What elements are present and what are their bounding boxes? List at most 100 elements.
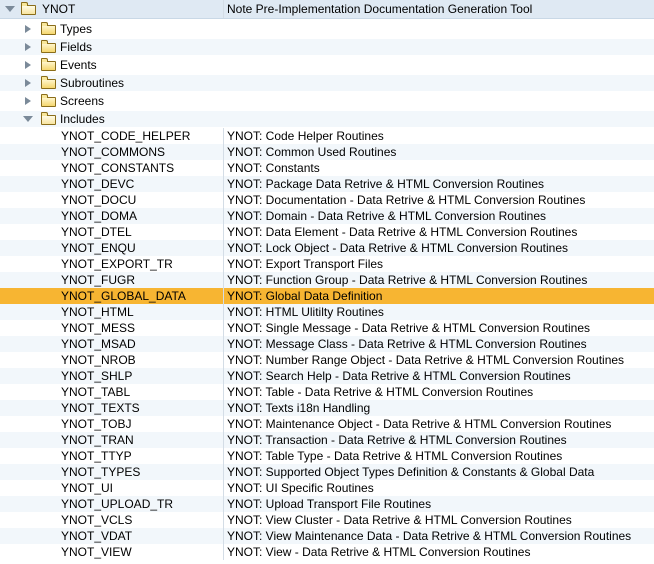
expand-down-icon[interactable]	[23, 116, 33, 122]
folder-label: Events	[60, 58, 97, 72]
include-row[interactable]: YNOT_TYPES YNOT: Supported Object Types D…	[0, 464, 654, 480]
tree-folder-subroutines[interactable]: Subroutines	[0, 75, 654, 91]
include-name: YNOT_ENQU	[61, 241, 136, 255]
include-row[interactable]: YNOT_HTML YNOT: HTML Ulitilty Routines	[0, 304, 654, 320]
include-description: YNOT: Upload Transport File Routines	[223, 496, 654, 512]
include-row[interactable]: YNOT_TTYP YNOT: Table Type - Data Retrive…	[0, 448, 654, 464]
include-row[interactable]: YNOT_DOCU YNOT: Documentation - Data Retr…	[0, 192, 654, 208]
include-row[interactable]: YNOT_DTEL YNOT: Data Element - Data Retri…	[0, 224, 654, 240]
include-row[interactable]: YNOT_UI YNOT: UI Specific Routines	[0, 480, 654, 496]
include-row[interactable]: YNOT_VCLS YNOT: View Cluster - Data Retri…	[0, 512, 654, 528]
include-row[interactable]: YNOT_ENQU YNOT: Lock Object - Data Retriv…	[0, 240, 654, 256]
include-row[interactable]: YNOT_NROB YNOT: Number Range Object - Dat…	[0, 352, 654, 368]
include-description: YNOT: Transaction - Data Retrive & HTML …	[223, 432, 654, 448]
include-description: YNOT: Single Message - Data Retrive & HT…	[223, 320, 654, 336]
include-description: YNOT: Constants	[223, 160, 654, 176]
include-description: YNOT: Table Type - Data Retrive & HTML C…	[223, 448, 654, 464]
tree-folder-fields[interactable]: Fields	[0, 39, 654, 55]
include-name: YNOT_MSAD	[61, 337, 136, 351]
root-label: YNOT	[42, 2, 76, 16]
folder-icon	[41, 40, 56, 53]
include-description: YNOT: Supported Object Types Definition …	[223, 464, 654, 480]
include-name: YNOT_NROB	[61, 353, 136, 367]
include-row-selected[interactable]: YNOT_GLOBAL_DATA YNOT: Global Data Defini…	[0, 288, 654, 304]
include-name: YNOT_CODE_HELPER	[61, 129, 191, 143]
include-description: YNOT: Message Class - Data Retrive & HTM…	[223, 336, 654, 352]
include-row[interactable]: YNOT_TRAN YNOT: Transaction - Data Retriv…	[0, 432, 654, 448]
include-row[interactable]: YNOT_TEXTS YNOT: Texts i18n Handling	[0, 400, 654, 416]
tree-folder-types[interactable]: Types	[0, 21, 654, 37]
folder-label: Fields	[60, 40, 93, 54]
include-description: YNOT: Search Help - Data Retrive & HTML …	[223, 368, 654, 384]
folder-label: Subroutines	[60, 76, 125, 90]
tree-folder-includes[interactable]: Includes	[0, 111, 654, 127]
program-tree: YNOT Note Pre-Implementation Documentati…	[0, 0, 654, 564]
include-row[interactable]: YNOT_VIEW YNOT: View - Data Retrive & HTM…	[0, 544, 654, 560]
include-description: YNOT: Number Range Object - Data Retrive…	[223, 352, 654, 368]
include-name: YNOT_TABL	[61, 385, 131, 399]
include-name: YNOT_UPLOAD_TR	[61, 497, 174, 511]
expand-right-icon[interactable]	[25, 43, 31, 51]
include-name: YNOT_TYPES	[61, 465, 141, 479]
include-description: YNOT: View Maintenance Data - Data Retri…	[223, 528, 654, 544]
include-name: YNOT_VCLS	[61, 513, 133, 527]
folder-label: Types	[60, 22, 93, 36]
expand-down-icon[interactable]	[5, 6, 15, 12]
expand-right-icon[interactable]	[25, 79, 31, 87]
include-description: YNOT: Table - Data Retrive & HTML Conver…	[223, 384, 654, 400]
include-row[interactable]: YNOT_TABL YNOT: Table - Data Retrive & HT…	[0, 384, 654, 400]
expand-right-icon[interactable]	[25, 97, 31, 105]
folder-icon	[41, 22, 56, 35]
folder-label: Screens	[60, 94, 105, 108]
include-row[interactable]: YNOT_COMMONS YNOT: Common Used Routines	[0, 144, 654, 160]
folder-icon	[41, 94, 56, 107]
include-name: YNOT_TEXTS	[61, 401, 140, 415]
include-description: YNOT: View Cluster - Data Retrive & HTML…	[223, 512, 654, 528]
include-description: YNOT: Global Data Definition	[223, 288, 654, 304]
include-name: YNOT_UI	[61, 481, 114, 495]
include-row[interactable]: YNOT_EXPORT_TR YNOT: Export Transport Fil…	[0, 256, 654, 272]
include-description: YNOT: HTML Ulitilty Routines	[223, 304, 654, 320]
include-description: YNOT: Package Data Retrive & HTML Conver…	[223, 176, 654, 192]
include-row[interactable]: YNOT_SHLP YNOT: Search Help - Data Retriv…	[0, 368, 654, 384]
include-name: YNOT_FUGR	[61, 273, 136, 287]
include-row[interactable]: YNOT_DEVC YNOT: Package Data Retrive & HT…	[0, 176, 654, 192]
include-name: YNOT_TTYP	[61, 449, 132, 463]
include-name: YNOT_HTML	[61, 305, 134, 319]
include-name: YNOT_SHLP	[61, 369, 133, 383]
include-description: YNOT: Code Helper Routines	[223, 128, 654, 144]
include-name: YNOT_DEVC	[61, 177, 135, 191]
include-description: YNOT: Common Used Routines	[223, 144, 654, 160]
include-row[interactable]: YNOT_UPLOAD_TR YNOT: Upload Transport Fil…	[0, 496, 654, 512]
root-description: Note Pre-Implementation Documentation Ge…	[223, 0, 654, 18]
include-name: YNOT_DOMA	[61, 209, 138, 223]
include-row[interactable]: YNOT_CONSTANTS YNOT: Constants	[0, 160, 654, 176]
include-description: YNOT: Export Transport Files	[223, 256, 654, 272]
include-name: YNOT_COMMONS	[61, 145, 166, 159]
folder-icon	[41, 58, 56, 71]
expand-right-icon[interactable]	[25, 25, 31, 33]
include-description: YNOT: UI Specific Routines	[223, 480, 654, 496]
include-row[interactable]: YNOT_DOMA YNOT: Domain - Data Retrive & H…	[0, 208, 654, 224]
tree-folder-screens[interactable]: Screens	[0, 93, 654, 109]
include-row[interactable]: YNOT_TOBJ YNOT: Maintenance Object - Data…	[0, 416, 654, 432]
include-row[interactable]: YNOT_FUGR YNOT: Function Group - Data Ret…	[0, 272, 654, 288]
tree-root-row[interactable]: YNOT Note Pre-Implementation Documentati…	[0, 0, 654, 19]
tree-folder-events[interactable]: Events	[0, 57, 654, 73]
folder-open-icon	[41, 112, 56, 125]
include-name: YNOT_VIEW	[61, 545, 132, 559]
include-name: YNOT_CONSTANTS	[61, 161, 175, 175]
include-description: YNOT: Lock Object - Data Retrive & HTML …	[223, 240, 654, 256]
include-name: YNOT_DTEL	[61, 225, 132, 239]
include-name: YNOT_DOCU	[61, 193, 137, 207]
include-description: YNOT: Maintenance Object - Data Retrive …	[223, 416, 654, 432]
expand-right-icon[interactable]	[25, 61, 31, 69]
include-row[interactable]: YNOT_MESS YNOT: Single Message - Data Ret…	[0, 320, 654, 336]
include-row[interactable]: YNOT_MSAD YNOT: Message Class - Data Retr…	[0, 336, 654, 352]
include-row[interactable]: YNOT_VDAT YNOT: View Maintenance Data - D…	[0, 528, 654, 544]
include-row[interactable]: YNOT_CODE_HELPER YNOT: Code Helper Routin…	[0, 128, 654, 144]
include-name: YNOT_TRAN	[61, 433, 134, 447]
include-name: YNOT_EXPORT_TR	[61, 257, 173, 271]
folder-label: Includes	[60, 112, 105, 126]
folder-icon	[41, 76, 56, 89]
